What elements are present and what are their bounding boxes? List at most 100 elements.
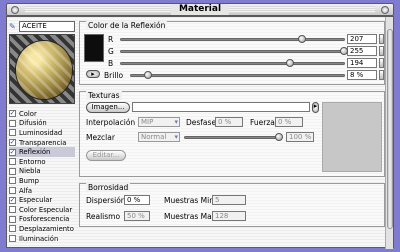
image-button[interactable]: Imagen... (86, 102, 130, 113)
channel-checkbox[interactable]: ✓ (9, 148, 16, 156)
channel-item[interactable]: ✓ Transparencia (9, 138, 75, 148)
blur-strength-field[interactable]: 0 % (275, 117, 303, 127)
channel-item[interactable]: Fosforescencia (9, 215, 75, 225)
channel-label: Especular (19, 196, 53, 205)
brightness-slider[interactable] (130, 70, 345, 79)
channel-checkbox[interactable] (9, 158, 16, 166)
green-stepper[interactable] (379, 46, 384, 56)
red-slider-knob[interactable] (297, 34, 306, 43)
channel-label: Transparencia (19, 138, 67, 147)
reflection-color-group: Color de la Reflexión R 207 G 255 B 194 … (79, 21, 385, 85)
blurriness-group: Borrosidad Dispersión 0 % Muestras Min 5… (79, 183, 385, 227)
preview-sphere (16, 41, 72, 99)
channel-item[interactable]: Bump (9, 176, 75, 186)
texture-preview (322, 102, 382, 172)
channel-list: ✓ Color Difusión Luminosidad ✓ Transparencia ✓… (9, 109, 75, 243)
image-path-field[interactable] (132, 102, 310, 112)
green-label: G (108, 46, 114, 56)
mix-strength-slider[interactable] (184, 133, 283, 141)
channel-item[interactable]: Iluminación (9, 234, 75, 244)
channel-item[interactable]: Alfa (9, 186, 75, 196)
green-slider[interactable] (120, 46, 348, 55)
brightness-value[interactable]: 8 % (347, 70, 377, 80)
channel-item[interactable]: Desplazamiento (9, 224, 75, 234)
channel-checkbox[interactable] (9, 206, 16, 214)
brightness-slider-row: Brillo 8 % (104, 70, 384, 80)
blur-strength-label: Fuerza (250, 118, 275, 127)
min-samples-field[interactable]: 5 (212, 195, 246, 205)
channel-checkbox[interactable] (9, 235, 16, 243)
close-icon[interactable] (11, 6, 19, 14)
left-panel: ✎ ACEITE ✓ Color Difusión Luminosidad ✓ Trans… (7, 17, 75, 249)
mix-mode-dropdown[interactable]: Normal (138, 132, 180, 142)
channel-checkbox[interactable] (9, 177, 16, 185)
channel-checkbox[interactable]: ✓ (9, 196, 16, 204)
window-title: Material (170, 4, 230, 15)
mix-strength-knob[interactable] (275, 133, 283, 141)
channel-label: Fosforescencia (19, 215, 70, 224)
realism-field[interactable]: 50 % (124, 211, 150, 221)
green-slider-row: G 255 (108, 46, 384, 56)
channel-item[interactable]: ✓ Especular (9, 195, 75, 205)
reflection-color-swatch[interactable] (84, 34, 104, 62)
channel-item[interactable]: Niebla (9, 167, 75, 177)
dispersion-field[interactable]: 0 % (124, 195, 150, 205)
green-slider-knob[interactable] (340, 46, 348, 55)
material-icon[interactable]: ✎ (9, 22, 16, 31)
green-value[interactable]: 255 (347, 46, 377, 56)
blue-stepper[interactable] (379, 58, 384, 68)
red-slider[interactable] (120, 34, 345, 43)
title-bar[interactable]: Material (6, 3, 394, 16)
channel-checkbox[interactable] (9, 129, 16, 137)
channel-label: Desplazamiento (19, 224, 74, 233)
blue-value[interactable]: 194 (347, 58, 377, 68)
channel-label: Reflexión (19, 148, 51, 157)
channel-label: Color Especular (19, 205, 73, 214)
channel-checkbox[interactable]: ✓ (9, 110, 16, 118)
channel-item[interactable]: ✓ Color (9, 109, 75, 119)
channel-label: Bump (19, 176, 39, 185)
color-picker-arrow-icon[interactable]: ▸ (86, 70, 100, 78)
interpolation-dropdown[interactable]: MIP (138, 117, 180, 127)
edit-button[interactable]: Editar... (86, 150, 126, 161)
channel-checkbox[interactable] (9, 167, 16, 175)
channel-item[interactable]: Difusión (9, 119, 75, 129)
blue-slider[interactable] (120, 58, 345, 67)
blue-slider-knob[interactable] (286, 58, 295, 67)
blue-label: B (108, 58, 114, 68)
material-preview[interactable] (9, 34, 75, 104)
blue-slider-row: B 194 (108, 58, 384, 68)
channel-checkbox[interactable] (9, 225, 16, 233)
channel-item[interactable]: Luminosidad (9, 128, 75, 138)
channel-item[interactable]: ✓ Reflexión (9, 147, 75, 157)
blurriness-title: Borrosidad (86, 183, 131, 192)
red-stepper[interactable] (379, 34, 384, 44)
channel-item[interactable]: Color Especular (9, 205, 75, 215)
min-samples-label: Muestras Min (164, 196, 214, 205)
mix-strength-field[interactable]: 100 % (286, 132, 314, 142)
channel-checkbox[interactable] (9, 187, 16, 195)
vertical-scrollbar[interactable] (385, 17, 393, 249)
blur-offset-field[interactable]: 0 % (215, 117, 243, 127)
image-menu-icon[interactable]: ▸ (312, 102, 319, 113)
channel-item[interactable]: Entorno (9, 157, 75, 167)
brightness-stepper[interactable] (379, 70, 384, 80)
realism-label: Realismo (86, 212, 121, 221)
material-name-field[interactable]: ACEITE (19, 21, 75, 32)
channel-checkbox[interactable]: ✓ (9, 139, 16, 147)
max-samples-field[interactable]: 128 (212, 211, 246, 221)
reflection-color-title: Color de la Reflexión (86, 21, 168, 30)
red-label: R (108, 34, 114, 44)
channel-label: Entorno (19, 157, 46, 166)
channel-checkbox[interactable] (9, 215, 16, 223)
channel-label: Color (19, 109, 37, 118)
textures-group: Texturas Imagen... ▸ Interpolación MIP D… (79, 91, 385, 177)
vertical-scrollbar-thumb[interactable] (387, 29, 393, 229)
channel-label: Alfa (19, 186, 33, 195)
brightness-slider-knob[interactable] (144, 70, 153, 79)
brightness-label: Brillo (104, 70, 124, 80)
channel-checkbox[interactable] (9, 119, 16, 127)
collapse-icon[interactable] (381, 6, 389, 14)
red-value[interactable]: 207 (347, 34, 377, 44)
textures-title: Texturas (86, 91, 122, 100)
